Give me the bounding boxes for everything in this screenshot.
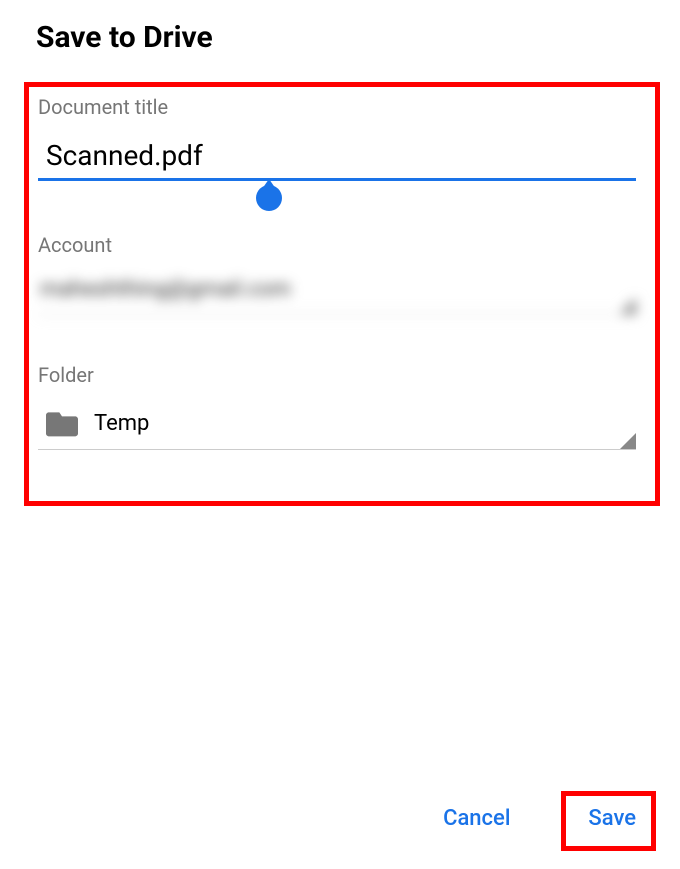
account-field: Account maheshthing@gmail.com xyxy=(38,233,646,315)
folder-field: Folder Temp xyxy=(38,363,646,450)
folder-label: Folder xyxy=(38,363,646,387)
folder-name: Temp xyxy=(94,411,149,436)
document-title-field: Document title xyxy=(38,95,646,181)
text-cursor-handle-icon[interactable] xyxy=(256,185,282,211)
document-title-label: Document title xyxy=(38,95,646,119)
dropdown-handle-icon xyxy=(620,433,636,449)
cancel-button[interactable]: Cancel xyxy=(429,796,524,841)
dropdown-handle-icon xyxy=(620,298,636,314)
page-title: Save to Drive xyxy=(36,20,680,55)
document-title-input[interactable] xyxy=(38,131,636,181)
account-dropdown[interactable]: maheshthing@gmail.com xyxy=(38,269,636,315)
account-value-text: maheshthing@gmail.com xyxy=(40,277,291,302)
account-label: Account xyxy=(38,233,646,257)
save-button[interactable]: Save xyxy=(574,796,650,841)
folder-icon xyxy=(46,409,78,437)
folder-selector[interactable]: Temp xyxy=(38,399,636,450)
action-bar: Cancel Save xyxy=(429,796,650,841)
